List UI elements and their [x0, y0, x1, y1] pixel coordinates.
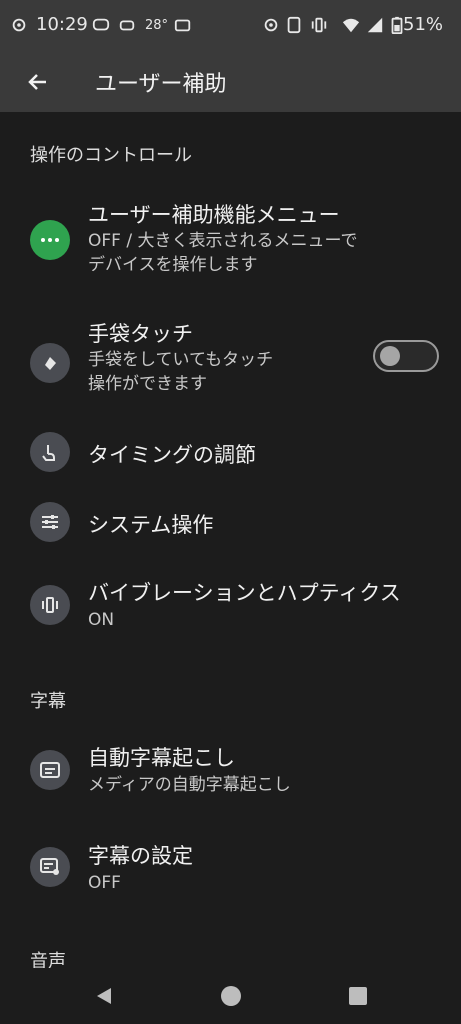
item-title: 手袋タッチ — [88, 322, 193, 346]
gear-icon — [12, 18, 26, 32]
toggle-knob — [380, 346, 400, 366]
wifi-icon — [342, 18, 360, 33]
nfc-icon — [287, 16, 301, 34]
signal-icon — [367, 17, 383, 33]
notification-icon — [119, 20, 135, 31]
chat-icon — [92, 18, 110, 31]
clock: 10:29 — [36, 14, 88, 35]
glove-icon — [30, 343, 70, 383]
item-summary: ON — [88, 610, 115, 630]
section-header-captions: 字幕 — [30, 691, 66, 712]
item-title: タイミングの調節 — [88, 443, 256, 467]
item-summary: 手袋をしていてもタッチ — [88, 350, 274, 370]
item-summary: メディアの自動字幕起こし — [88, 775, 291, 795]
page-title: ユーザー補助 — [95, 72, 227, 97]
accessibility-menu-item[interactable]: ユーザー補助機能メニュー OFF / 大きく表示されるメニューで デバイスを操作… — [0, 190, 461, 290]
nav-home-button[interactable] — [215, 980, 247, 1012]
vibrate-icon — [311, 17, 327, 33]
item-summary: OFF / 大きく表示されるメニューで — [88, 231, 358, 251]
home-circle-icon — [221, 986, 241, 1006]
item-summary: デバイスを操作します — [88, 255, 258, 275]
sliders-icon — [30, 502, 70, 542]
app-bar: ユーザー補助 — [0, 52, 461, 112]
battery-percentage: 51% — [403, 14, 444, 35]
item-summary: OFF — [88, 873, 121, 893]
location-icon — [264, 18, 278, 32]
item-title: 自動字幕起こし — [88, 746, 235, 770]
navigation-bar — [0, 968, 461, 1024]
status-bar: 10:29 28° 51% — [0, 0, 461, 52]
vibration-item[interactable]: バイブレーションとハプティクス ON — [0, 565, 461, 645]
section-header-controls: 操作のコントロール — [30, 145, 192, 166]
more-icon — [30, 220, 70, 260]
item-title: ユーザー補助機能メニュー — [88, 203, 340, 227]
item-title: システム操作 — [88, 513, 214, 537]
vibrate-icon — [30, 585, 70, 625]
system-control-item[interactable]: システム操作 — [0, 495, 461, 551]
caption-icon — [30, 750, 70, 790]
arrow-left-icon — [28, 74, 46, 90]
item-title: 字幕の設定 — [88, 844, 193, 868]
square-recents-icon — [349, 987, 367, 1005]
temperature: 28° — [145, 18, 169, 33]
timing-item[interactable]: タイミングの調節 — [0, 425, 461, 481]
back-button[interactable] — [18, 62, 58, 102]
glove-touch-item[interactable]: 手袋タッチ 手袋をしていてもタッチ 操作ができます — [0, 310, 461, 410]
triangle-back-icon — [97, 988, 111, 1004]
touch-icon — [30, 432, 70, 472]
nav-recents-button[interactable] — [342, 980, 374, 1012]
caption-settings-item[interactable]: 字幕の設定 OFF — [0, 835, 461, 915]
nav-back-button[interactable] — [88, 980, 120, 1012]
live-caption-item[interactable]: 自動字幕起こし メディアの自動字幕起こし — [0, 735, 461, 815]
item-title: バイブレーションとハプティクス — [88, 581, 401, 605]
item-summary: 操作ができます — [88, 374, 207, 394]
glove-touch-toggle[interactable] — [373, 340, 439, 372]
caption-settings-icon — [30, 847, 70, 887]
weather-icon — [174, 19, 191, 32]
